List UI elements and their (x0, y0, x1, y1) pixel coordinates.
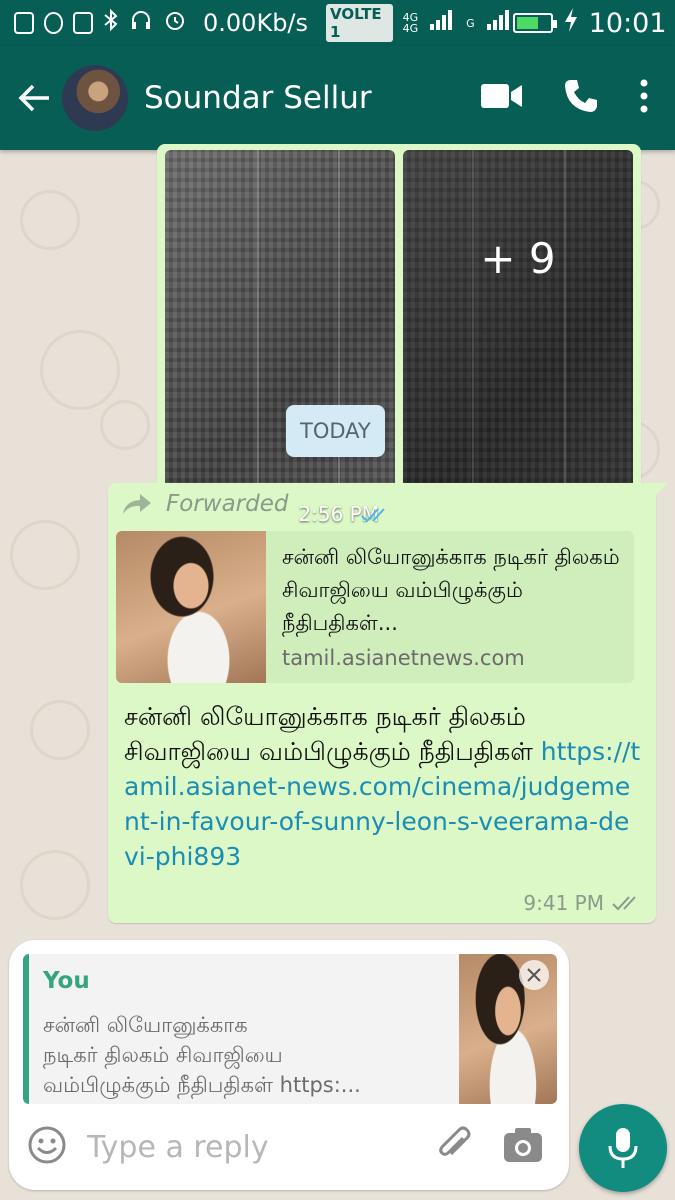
message-meta: 9:41 PM (523, 891, 642, 915)
sim2-type-label: G (466, 16, 475, 30)
charging-icon (563, 7, 579, 39)
album-image[interactable] (165, 150, 395, 528)
chat-header: Soundar Sellur (0, 46, 675, 150)
link-preview-domain: tamil.asianetnews.com (282, 646, 525, 670)
message-time: 9:41 PM (523, 891, 604, 915)
forwarded-text: Forwarded (166, 491, 289, 517)
contact-avatar[interactable] (62, 65, 128, 131)
contact-name[interactable]: Soundar Sellur (144, 80, 372, 116)
bluetooth-icon (103, 8, 119, 38)
alarm-icon (163, 8, 187, 38)
clock: 10:01 (588, 7, 667, 39)
date-divider: TODAY (286, 405, 385, 457)
network-type-label: 4G (402, 22, 419, 35)
attach-icon (439, 1126, 471, 1156)
outgoing-message[interactable]: Forwarded சன்னி லியோனுக்காக நடிகர் திலகம… (108, 483, 668, 923)
volte-badge: VOLTE 1 (326, 4, 393, 42)
close-icon (527, 968, 541, 982)
voice-message-button[interactable] (579, 1104, 667, 1192)
more-options-icon (640, 79, 648, 113)
headphones-icon (129, 8, 153, 38)
more-options-button[interactable] (639, 79, 649, 117)
battery-level (516, 17, 538, 29)
battery-icon (512, 13, 557, 33)
attach-button[interactable] (433, 1124, 475, 1170)
forwarded-label: Forwarded (122, 491, 288, 517)
quoted-message[interactable]: You சன்னி லியோனுக்காக நடிகர் திலகம் சிவா… (23, 954, 557, 1104)
emoji-button[interactable] (27, 1125, 67, 1169)
voice-call-button[interactable] (563, 78, 599, 118)
video-call-icon (481, 84, 522, 108)
notification-icon (43, 12, 64, 34)
reply-composer: You சன்னி லியோனுக்காக நடிகர் திலகம் சிவா… (9, 940, 569, 1190)
link-preview-title: சன்னி லியோனுக்காக நடிகர் திலகம் சிவாஜியை… (282, 545, 620, 635)
chat-area[interactable]: + 9 2:56 PM TODAY Forwarded சன்னி லியோனு… (0, 144, 675, 940)
back-button[interactable] (6, 68, 62, 128)
quote-text: சன்னி லியோனுக்காக நடிகர் திலகம் சிவாஜியை… (43, 1013, 361, 1097)
message-text: சன்னி லியோனுக்காக நடிகர் திலகம் சிவாஜியை… (124, 699, 644, 874)
cancel-reply-button[interactable] (519, 960, 549, 990)
network-speed: 0.00Kb/s (203, 9, 309, 37)
video-call-button[interactable] (481, 83, 523, 113)
link-preview[interactable]: சன்னி லியோனுக்காக நடிகர் திலகம் சிவாஜியை… (116, 531, 634, 683)
quote-accent-bar (23, 954, 29, 1104)
quote-author: You (43, 968, 90, 994)
status-bar: 0.00Kb/s VOLTE 1 4G 4G G 10:01 PM (0, 0, 675, 46)
read-receipt-icon (361, 506, 391, 528)
camera-button[interactable] (503, 1127, 543, 1167)
signal-icon (428, 8, 456, 38)
signal-icon (485, 8, 513, 38)
voice-call-icon (565, 80, 597, 112)
image-album-message[interactable]: + 9 2:56 PM (157, 144, 641, 534)
forwarded-icon (123, 494, 151, 514)
camera-icon (504, 1128, 542, 1162)
gallery-icon (14, 12, 34, 34)
more-images-count: + 9 (480, 234, 556, 283)
message-text-body: சன்னி லியோனுக்காக நடிகர் திலகம் சிவாஜியை… (124, 702, 541, 766)
microphone-icon (608, 1128, 638, 1168)
emoji-icon (28, 1126, 66, 1164)
back-arrow-icon (18, 84, 49, 112)
package-icon (73, 12, 94, 34)
message-input[interactable] (87, 1129, 387, 1165)
link-preview-thumbnail (116, 531, 266, 683)
album-image-more[interactable]: + 9 (403, 150, 633, 528)
delivered-receipt-icon (612, 896, 636, 911)
